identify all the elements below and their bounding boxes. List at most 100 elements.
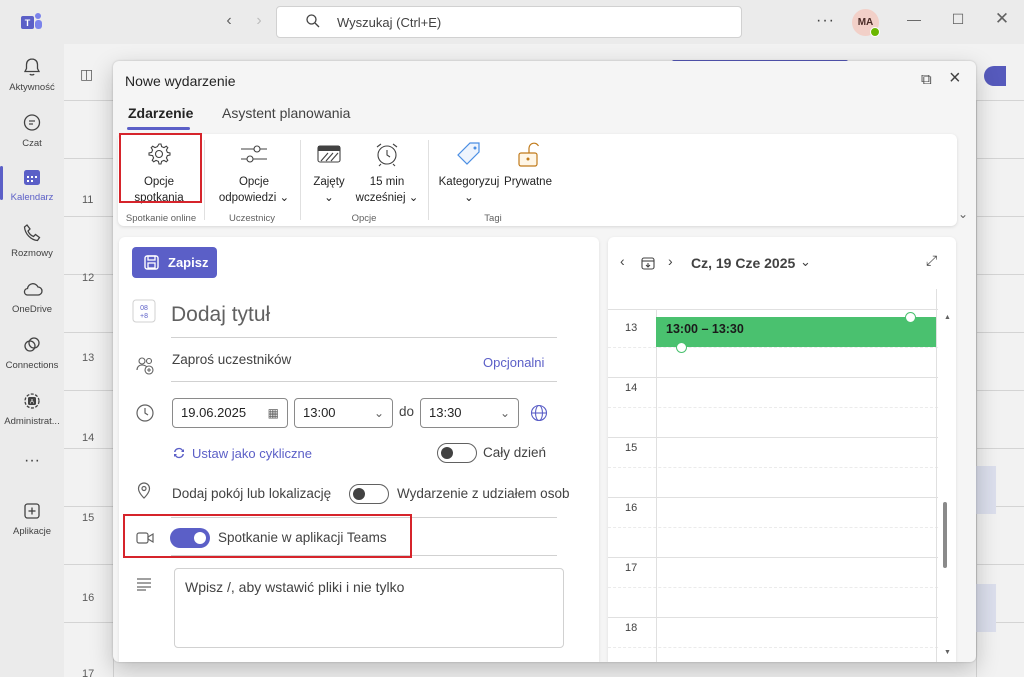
- chat-icon: [23, 114, 41, 131]
- in-person-label: Wydarzenie z udziałem osob: [397, 486, 570, 501]
- in-person-toggle[interactable]: [349, 484, 389, 504]
- private-button[interactable]: Prywatne: [502, 140, 554, 190]
- schedule-date[interactable]: Cz, 19 Cze 2025: [691, 255, 795, 271]
- search-input[interactable]: Wyszukaj (Ctrl+E): [337, 15, 441, 30]
- rail-item-calls[interactable]: Rozmowy: [0, 222, 64, 259]
- description-editor[interactable]: Wpisz /, aby wstawić pliki i nie tylko: [174, 568, 564, 648]
- save-icon: [144, 255, 159, 270]
- start-date-field[interactable]: 19.06.2025 ▦: [172, 398, 288, 428]
- save-label: Zapisz: [168, 255, 209, 270]
- ribbon: Opcje spotkania Opcje odpowiedzi ⌄ Zajęt…: [118, 134, 957, 226]
- forward-arrow-icon[interactable]: ›: [244, 12, 274, 30]
- ribbon-label: odpowiedzi ⌄: [218, 192, 290, 204]
- resize-handle-top[interactable]: [905, 312, 916, 323]
- rail-item-connections[interactable]: Connections: [0, 334, 64, 371]
- close-window-icon[interactable]: ✕: [992, 9, 1012, 29]
- jump-to-today-icon[interactable]: [641, 256, 655, 270]
- scroll-up-arrow-icon[interactable]: ▲: [944, 314, 951, 321]
- svg-text:+8: +8: [140, 313, 148, 320]
- dialog-title: Nowe wydarzenie: [125, 73, 236, 89]
- clock-icon: [136, 404, 154, 422]
- chevron-down-icon[interactable]: ⌄: [800, 254, 811, 270]
- title-bar: T ‹ › Wyszukaj (Ctrl+E) ··· MA — ☐ ✕: [0, 0, 1024, 44]
- ribbon-label: wcześniej ⌄: [355, 192, 419, 204]
- active-tab-indicator: [127, 127, 190, 130]
- save-button[interactable]: Zapisz: [132, 247, 217, 278]
- avatar[interactable]: MA: [852, 9, 880, 37]
- alarm-clock-icon: [376, 143, 398, 167]
- rail-label: OneDrive: [11, 304, 53, 315]
- rail-item-apps[interactable]: Aplikacje: [0, 500, 64, 537]
- presence-available-icon: [870, 27, 880, 37]
- globe-timezone-icon[interactable]: [530, 404, 548, 422]
- resize-handle-bottom[interactable]: [676, 342, 687, 353]
- rail-label: Administrat...: [4, 416, 60, 427]
- location-pin-icon: [137, 482, 151, 499]
- back-arrow-icon[interactable]: ‹: [214, 12, 244, 30]
- reminder-button[interactable]: 15 min wcześniej ⌄: [354, 140, 420, 206]
- tab-scheduling-assistant[interactable]: Asystent planowania: [222, 105, 350, 121]
- rail-item-activity[interactable]: Aktywność: [0, 56, 64, 93]
- categorize-button[interactable]: Kategoryzuj ⌄: [436, 140, 502, 206]
- to-label: do: [399, 404, 415, 419]
- ribbon-expand-chevron-icon[interactable]: ⌄: [958, 207, 968, 221]
- ribbon-label: Opcje: [238, 176, 270, 188]
- expand-icon[interactable]: ⤢: [926, 252, 937, 269]
- ribbon-label: ⌄: [464, 192, 474, 204]
- all-day-label: Cały dzień: [483, 445, 547, 460]
- maximize-icon[interactable]: ☐: [948, 11, 968, 28]
- day-schedule-pane: ‹ › Cz, 19 Cze 2025 ⌄ ⤢ 13 14 15 16 17 1…: [608, 237, 956, 662]
- previous-day-icon[interactable]: ‹: [620, 253, 625, 269]
- rail-item-chat[interactable]: Czat: [0, 112, 64, 149]
- bell-icon: [23, 58, 41, 76]
- tab-event[interactable]: Zdarzenie: [128, 105, 193, 121]
- scrollbar-thumb[interactable]: [943, 502, 947, 568]
- chevron-down-icon[interactable]: ⌄: [374, 399, 384, 427]
- new-event-block[interactable]: 13:00 – 13:30: [656, 317, 936, 347]
- response-options-button[interactable]: Opcje odpowiedzi ⌄: [214, 140, 294, 206]
- show-as-button[interactable]: Zajęty ⌄: [311, 140, 347, 206]
- set-recurring-link[interactable]: Ustaw jako cykliczne: [192, 446, 312, 461]
- rail-item-onedrive[interactable]: OneDrive: [0, 278, 64, 315]
- cloud-icon: [23, 283, 43, 296]
- event-time-label: 13:00 – 13:30: [666, 322, 744, 336]
- teams-logo-icon: T: [21, 13, 42, 29]
- rail-label: Aplikacje: [12, 526, 52, 537]
- rail-item-admin[interactable]: A Administrat...: [0, 390, 64, 427]
- close-icon[interactable]: ×: [949, 67, 961, 90]
- start-time-value: 13:00: [303, 405, 336, 420]
- chevron-down-icon[interactable]: ⌄: [500, 399, 510, 427]
- rail-more-icon[interactable]: ···: [0, 452, 64, 470]
- schedule-hour-label: 18: [625, 622, 638, 634]
- new-event-dialog: Nowe wydarzenie ⧉ × Zdarzenie Asystent p…: [113, 61, 976, 662]
- rail-item-calendar[interactable]: Kalendarz: [0, 166, 64, 203]
- next-day-icon[interactable]: ›: [668, 253, 673, 269]
- invite-attendees-input[interactable]: Zaproś uczestników: [172, 352, 291, 367]
- app-rail: Aktywność Czat Kalendarz Rozmowy OneDriv…: [0, 44, 64, 677]
- add-apps-icon: [24, 503, 40, 519]
- start-time-field[interactable]: 13:00 ⌄: [294, 398, 393, 428]
- title-template-icon[interactable]: 08+8: [132, 299, 156, 323]
- repeat-icon: [174, 447, 184, 459]
- optional-attendees-link[interactable]: Opcjonalni: [483, 355, 544, 370]
- tag-icon: [457, 142, 480, 165]
- end-time-field[interactable]: 13:30 ⌄: [420, 398, 519, 428]
- ribbon-label: 15 min: [369, 176, 405, 188]
- ribbon-label: ⌄: [324, 192, 334, 204]
- calendar-picker-icon[interactable]: ▦: [268, 399, 279, 427]
- title-input[interactable]: Dodaj tytuł: [171, 303, 270, 327]
- history-nav: ‹ ›: [214, 12, 274, 30]
- schedule-hour-label: 13: [625, 322, 638, 334]
- location-input[interactable]: Dodaj pokój lub lokalizację: [172, 486, 331, 501]
- minimize-icon[interactable]: —: [904, 11, 924, 27]
- all-day-toggle[interactable]: [437, 443, 477, 463]
- schedule-hour-label: 15: [625, 442, 638, 454]
- lock-icon: [518, 142, 540, 167]
- search-box[interactable]: Wyszukaj (Ctrl+E): [276, 6, 742, 38]
- highlight-meeting-options: [119, 133, 202, 203]
- scroll-down-arrow-icon[interactable]: ▼: [944, 649, 951, 656]
- popout-icon[interactable]: ⧉: [921, 71, 932, 88]
- search-icon: [306, 14, 320, 28]
- schedule-hour-label: 14: [625, 382, 638, 394]
- more-options-icon[interactable]: ···: [816, 12, 835, 30]
